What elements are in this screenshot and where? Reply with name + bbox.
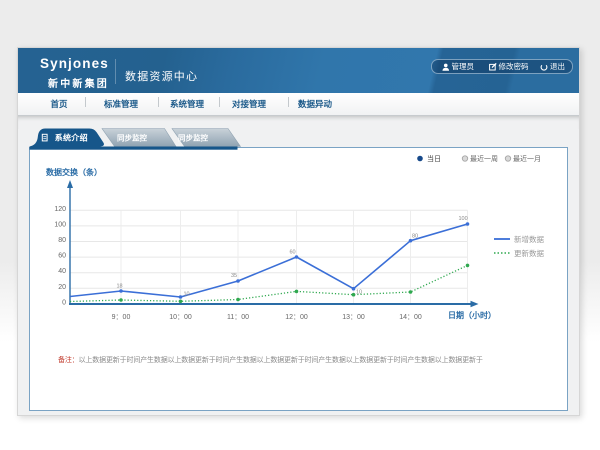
svg-text:10: 10 xyxy=(356,290,362,296)
svg-text:13：00: 13：00 xyxy=(342,314,365,321)
svg-text:更新数据: 更新数据 xyxy=(514,248,544,258)
svg-text:35: 35 xyxy=(231,273,237,279)
svg-text:60: 60 xyxy=(58,253,66,260)
svg-text:80: 80 xyxy=(58,237,66,244)
svg-text:日期（小时）: 日期（小时） xyxy=(448,310,496,320)
svg-text:14：00: 14：00 xyxy=(399,314,422,321)
svg-text:11：00: 11：00 xyxy=(227,314,249,321)
svg-text:40: 40 xyxy=(58,268,66,275)
svg-text:20: 20 xyxy=(58,284,66,291)
svg-text:10：00: 10：00 xyxy=(169,314,192,321)
svg-text:系统介绍: 系统介绍 xyxy=(55,133,88,143)
svg-text:最近一周: 最近一周 xyxy=(470,154,498,163)
svg-text:12：00: 12：00 xyxy=(285,314,308,321)
svg-text:80: 80 xyxy=(412,234,418,240)
svg-text:0: 0 xyxy=(62,300,66,307)
svg-text:60: 60 xyxy=(290,250,296,256)
svg-text:当日: 当日 xyxy=(427,154,441,163)
svg-text:10: 10 xyxy=(184,292,190,298)
svg-text:最近一月: 最近一月 xyxy=(513,154,541,163)
svg-text:120: 120 xyxy=(54,206,66,213)
svg-text:数据交换（条）: 数据交换（条） xyxy=(46,167,102,177)
svg-text:同步监控: 同步监控 xyxy=(178,133,208,143)
svg-text:新增数据: 新增数据 xyxy=(514,234,544,244)
svg-text:同步监控: 同步监控 xyxy=(117,133,147,143)
svg-text:9：00: 9：00 xyxy=(112,314,131,321)
svg-text:18: 18 xyxy=(117,284,123,290)
svg-text:100: 100 xyxy=(54,221,66,228)
svg-text:100: 100 xyxy=(459,216,468,222)
